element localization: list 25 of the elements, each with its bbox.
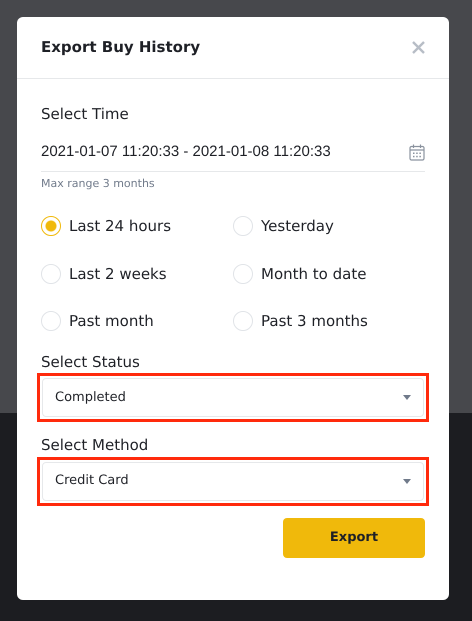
radio-button[interactable]	[41, 264, 61, 284]
export-button[interactable]: Export	[283, 518, 425, 558]
radio-label[interactable]: Month to date	[261, 262, 366, 285]
field-label: Select Status	[41, 352, 141, 372]
radio-button[interactable]	[233, 311, 253, 332]
radio-label[interactable]: Past 3 months	[261, 310, 368, 332]
field-label: Select Method	[41, 435, 150, 456]
radio-label[interactable]: Past month	[69, 310, 154, 332]
close-icon[interactable]	[412, 41, 425, 54]
radio-button[interactable]	[233, 264, 253, 284]
radio-button[interactable]	[233, 216, 253, 236]
hint-text: Max range 3 months	[41, 176, 156, 192]
date-range-field[interactable]: 2021-01-07 11:20:33 - 2021-01-08 11:20:33	[41, 134, 425, 172]
radio-button[interactable]	[41, 311, 61, 332]
dropdown[interactable]: Credit Card	[42, 462, 424, 500]
dropdown[interactable]: Completed	[42, 378, 424, 417]
caret-icon	[403, 478, 411, 484]
field-label: Select Time	[41, 104, 130, 125]
radio-label[interactable]: Last 2 weeks	[69, 262, 167, 285]
radio-label[interactable]: Last 24 hours	[69, 215, 172, 238]
calendar-icon[interactable]	[409, 144, 425, 160]
caret-icon	[403, 395, 411, 400]
radio-label[interactable]: Yesterday	[261, 215, 334, 238]
radio-button[interactable]	[41, 216, 61, 236]
dialog-title: Export Buy History	[41, 37, 200, 58]
